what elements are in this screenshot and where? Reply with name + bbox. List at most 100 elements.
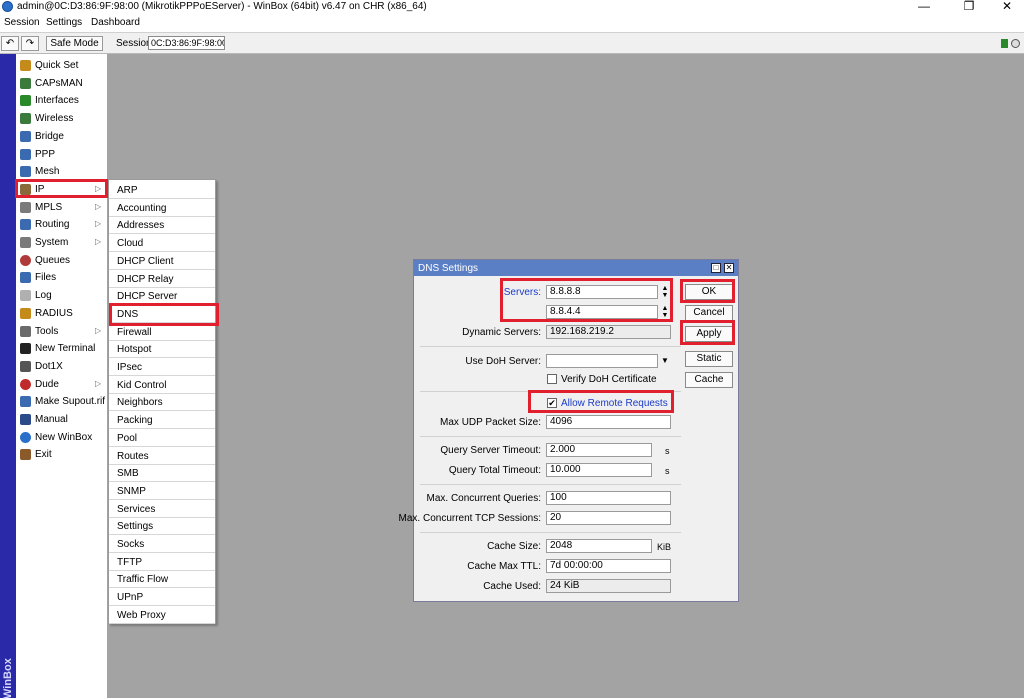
cache-size-input[interactable]: 2048 bbox=[546, 539, 652, 553]
ip-submenu-item-firewall[interactable]: Firewall bbox=[109, 324, 215, 341]
sidebar-item-label: Exit bbox=[35, 449, 52, 461]
ip-submenu-item-neighbors[interactable]: Neighbors bbox=[109, 394, 215, 412]
dialog-close-icon[interactable]: ✕ bbox=[724, 263, 734, 273]
ip-submenu-item-snmp[interactable]: SNMP bbox=[109, 483, 215, 500]
ip-submenu-item-traffic-flow[interactable]: Traffic Flow bbox=[109, 571, 215, 589]
sidebar-item-mpls[interactable]: MPLS ▷ bbox=[16, 199, 107, 216]
dynamic-servers-label: Dynamic Servers: bbox=[462, 327, 541, 338]
sidebar-item-bridge[interactable]: Bridge bbox=[16, 128, 107, 145]
ip-submenu-item-dhcp-server[interactable]: DHCP Server bbox=[109, 288, 215, 306]
submenu-item-label: TFTP bbox=[117, 556, 142, 568]
ip-submenu-item-dhcp-client[interactable]: DHCP Client bbox=[109, 253, 215, 270]
sidebar-item-dude[interactable]: Dude ▷ bbox=[16, 376, 107, 393]
max-udp-input[interactable]: 4096 bbox=[546, 415, 671, 429]
sidebar-item-interfaces[interactable]: Interfaces bbox=[16, 92, 107, 109]
apply-button[interactable]: Apply bbox=[685, 326, 733, 342]
static-button[interactable]: Static bbox=[685, 351, 733, 367]
redo-button[interactable]: ↷ bbox=[21, 36, 39, 51]
toolbar: ↶ ↷ Safe Mode Session: 0C:D3:86:9F:98:00 bbox=[0, 32, 1024, 54]
submenu-item-label: Services bbox=[117, 503, 156, 515]
sidebar-item-system[interactable]: System ▷ bbox=[16, 234, 107, 251]
window-title-bar: admin@0C:D3:86:9F:98:00 (MikrotikPPPoESe… bbox=[0, 0, 1024, 14]
query-server-timeout-input[interactable]: 2.000 bbox=[546, 443, 652, 457]
ip-submenu-item-services[interactable]: Services bbox=[109, 501, 215, 518]
dialog-title: DNS Settings bbox=[418, 263, 479, 274]
sidebar-item-manual[interactable]: Manual bbox=[16, 411, 107, 428]
minimize-button[interactable]: — bbox=[909, 0, 939, 13]
dialog-title-bar[interactable]: DNS Settings □ ✕ bbox=[414, 260, 738, 276]
server-2-input[interactable]: 8.8.4.4 bbox=[546, 305, 658, 319]
sidebar-item-exit[interactable]: Exit bbox=[16, 446, 107, 463]
ip-submenu-item-socks[interactable]: Socks bbox=[109, 536, 215, 553]
ip-submenu-item-smb[interactable]: SMB bbox=[109, 465, 215, 483]
ip-submenu-item-routes[interactable]: Routes bbox=[109, 448, 215, 465]
undo-button[interactable]: ↶ bbox=[1, 36, 19, 51]
winbox-icon bbox=[20, 431, 31, 443]
safe-mode-button[interactable]: Safe Mode bbox=[46, 36, 103, 51]
server-1-spinner-icon[interactable]: ▲ ▼ bbox=[660, 285, 670, 299]
sidebar-item-queues[interactable]: Queues bbox=[16, 252, 107, 269]
sidebar-item-log[interactable]: Log bbox=[16, 287, 107, 304]
verify-doh-checkbox[interactable] bbox=[547, 374, 557, 384]
ip-submenu-item-settings[interactable]: Settings bbox=[109, 518, 215, 536]
sidebar-item-radius[interactable]: RADIUS bbox=[16, 305, 107, 322]
sidebar-item-quick-set[interactable]: Quick Set bbox=[16, 57, 107, 74]
server-2-spinner-icon[interactable]: ▲ ▼ bbox=[660, 305, 670, 319]
ip-submenu-item-hotspot[interactable]: Hotspot bbox=[109, 341, 215, 359]
ip-submenu-item-web-proxy[interactable]: Web Proxy bbox=[109, 607, 215, 624]
cache-button[interactable]: Cache bbox=[685, 372, 733, 388]
close-window-button[interactable]: ✕ bbox=[992, 0, 1022, 13]
sidebar-item-wireless[interactable]: Wireless bbox=[16, 110, 107, 127]
ip-submenu-item-cloud[interactable]: Cloud bbox=[109, 235, 215, 253]
redo-icon: ↷ bbox=[25, 38, 35, 49]
sidebar-item-ip[interactable]: IP ▷ bbox=[16, 181, 107, 198]
sidebar-item-make-supout-rif[interactable]: Make Supout.rif bbox=[16, 393, 107, 410]
sidebar-item-capsman[interactable]: CAPsMAN bbox=[16, 75, 107, 92]
sidebar-item-new-terminal[interactable]: New Terminal bbox=[16, 340, 107, 357]
sidebar-item-routing[interactable]: Routing ▷ bbox=[16, 216, 107, 233]
menu-session[interactable]: Session bbox=[4, 17, 40, 28]
sidebar-item-mesh[interactable]: Mesh bbox=[16, 163, 107, 180]
cancel-button[interactable]: Cancel bbox=[685, 305, 733, 321]
submenu-item-label: ARP bbox=[117, 185, 138, 196]
sidebar-item-new-winbox[interactable]: New WinBox bbox=[16, 429, 107, 446]
cache-used-label: Cache Used: bbox=[483, 581, 541, 592]
submenu-item-label: Kid Control bbox=[117, 379, 167, 391]
sidebar-item-dot1x[interactable]: Dot1X bbox=[16, 358, 107, 375]
max-concurrent-tcp-input[interactable]: 20 bbox=[546, 511, 671, 525]
ip-submenu-item-accounting[interactable]: Accounting bbox=[109, 200, 215, 217]
ip-submenu-item-pool[interactable]: Pool bbox=[109, 430, 215, 447]
ip-submenu-item-upnp[interactable]: UPnP bbox=[109, 589, 215, 607]
radius-icon bbox=[20, 307, 31, 319]
allow-remote-requests-checkbox[interactable]: ✔ bbox=[547, 398, 557, 408]
sidebar-item-files[interactable]: Files bbox=[16, 269, 107, 286]
sidebar-item-tools[interactable]: Tools ▷ bbox=[16, 323, 107, 340]
sidebar-item-ppp[interactable]: PPP bbox=[16, 146, 107, 163]
ip-submenu-item-addresses[interactable]: Addresses bbox=[109, 217, 215, 235]
ok-button[interactable]: OK bbox=[685, 284, 733, 300]
use-doh-server-select[interactable] bbox=[546, 354, 658, 368]
ip-submenu-item-kid-control[interactable]: Kid Control bbox=[109, 377, 215, 394]
sidebar-item-label: New Terminal bbox=[35, 343, 96, 355]
exit-icon bbox=[20, 449, 31, 461]
ip-submenu-item-dns[interactable]: DNS bbox=[109, 306, 215, 323]
ip-submenu-item-packing[interactable]: Packing bbox=[109, 412, 215, 430]
ip-submenu-item-ipsec[interactable]: IPsec bbox=[109, 359, 215, 376]
server-1-input[interactable]: 8.8.8.8 bbox=[546, 285, 658, 299]
doh-dropdown-arrow-icon[interactable]: ▼ bbox=[660, 357, 670, 371]
dialog-maximize-icon[interactable]: □ bbox=[711, 263, 721, 273]
query-total-timeout-input[interactable]: 10.000 bbox=[546, 463, 652, 477]
ip-submenu-item-dhcp-relay[interactable]: DHCP Relay bbox=[109, 271, 215, 288]
ip-submenu-item-arp[interactable]: ARP bbox=[109, 182, 215, 199]
bridge-icon bbox=[20, 130, 31, 142]
sidebar-item-label: Tools bbox=[35, 325, 59, 337]
cache-max-ttl-input[interactable]: 7d 00:00:00 bbox=[546, 559, 671, 573]
sidebar-item-label: Interfaces bbox=[35, 95, 79, 107]
restore-button[interactable]: ❐ bbox=[954, 0, 984, 13]
session-field[interactable]: 0C:D3:86:9F:98:00 bbox=[148, 36, 225, 50]
menu-settings[interactable]: Settings bbox=[46, 17, 82, 28]
menu-dashboard[interactable]: Dashboard bbox=[91, 17, 140, 28]
ip-submenu-item-tftp[interactable]: TFTP bbox=[109, 554, 215, 571]
max-concurrent-queries-input[interactable]: 100 bbox=[546, 491, 671, 505]
queues-icon bbox=[20, 254, 31, 266]
